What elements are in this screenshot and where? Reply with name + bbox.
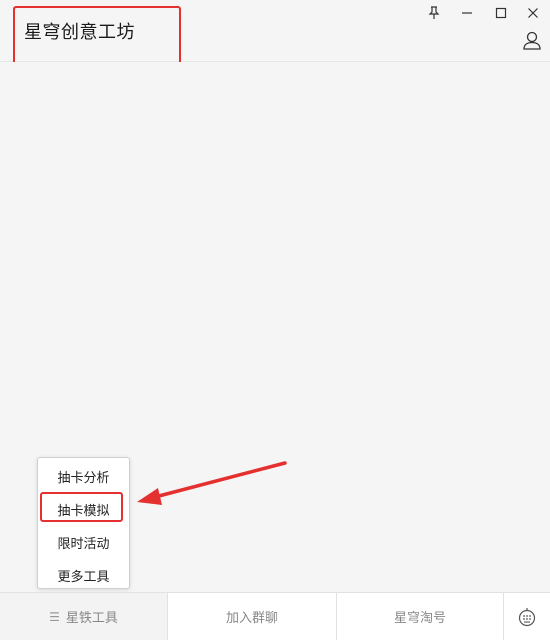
menu-item-gacha-analysis[interactable]: 抽卡分析 [38,460,129,493]
tab-starrail-tools[interactable]: ☰ 星铁工具 [0,593,168,640]
app-window: 星穹创意工坊 抽卡分析 抽卡模拟 限时活动 更多工具 ☰ 星铁工具 加入群聊 星… [0,0,550,640]
menu-item-more-tools[interactable]: 更多工具 [38,559,129,592]
menu-lines-icon: ☰ [49,609,60,624]
bottom-tab-bar: ☰ 星铁工具 加入群聊 星穹淘号 [0,592,550,640]
pin-icon[interactable] [423,4,445,22]
tab-label: 星铁工具 [65,611,118,626]
tab-label: 加入群聊 [225,611,278,626]
user-icon[interactable] [520,28,544,52]
menu-item-limited-events[interactable]: 限时活动 [38,526,129,559]
menu-item-gacha-simulation[interactable]: 抽卡模拟 [38,493,129,526]
emoji-icon [518,607,536,626]
tab-emoji[interactable] [504,593,550,640]
title-highlight-box [13,6,181,70]
tab-join-group[interactable]: 加入群聊 [168,593,337,640]
tab-account-shop[interactable]: 星穹淘号 [337,593,504,640]
maximize-icon[interactable] [490,4,512,22]
tab-label: 星穹淘号 [393,611,446,626]
tools-popup-menu: 抽卡分析 抽卡模拟 限时活动 更多工具 [37,457,130,589]
minimize-icon[interactable] [456,4,478,22]
close-icon[interactable] [522,4,544,22]
